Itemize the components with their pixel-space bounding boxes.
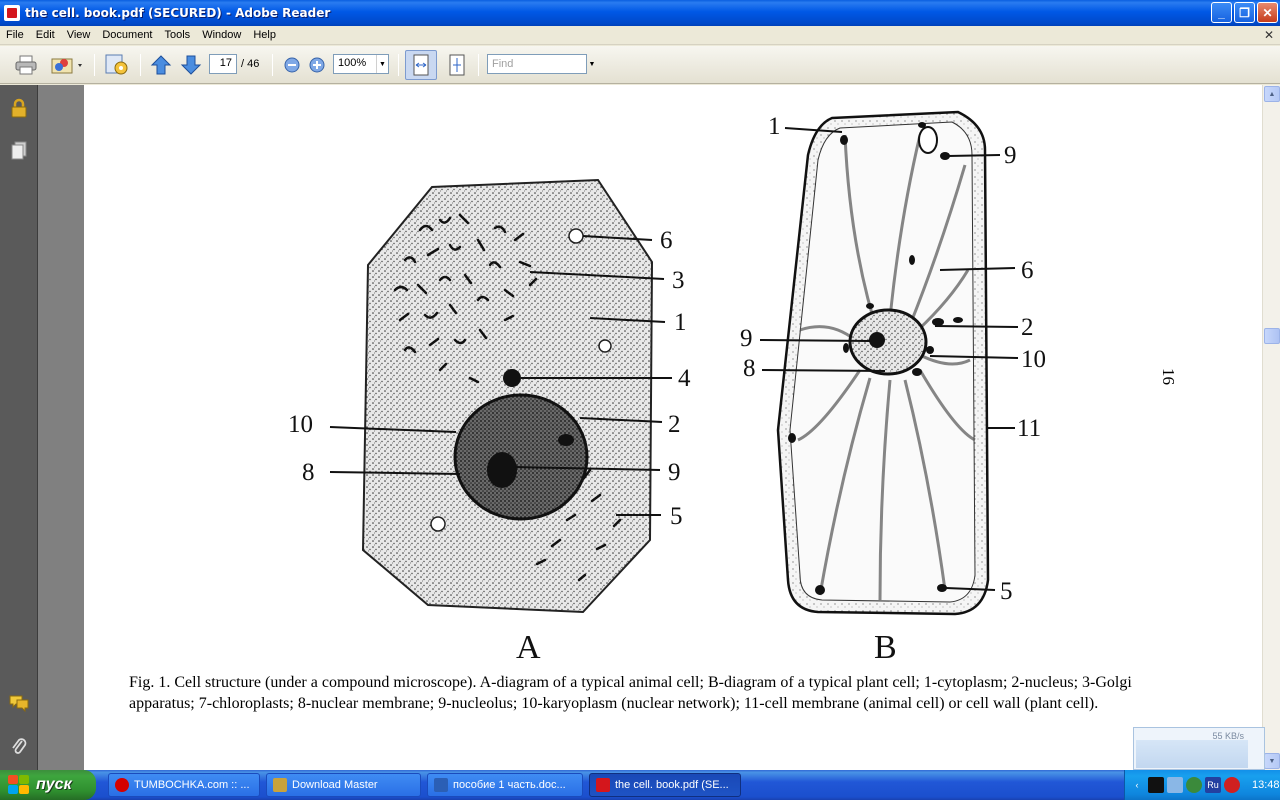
network-icon[interactable] bbox=[1186, 777, 1202, 793]
usb-icon[interactable] bbox=[1167, 777, 1183, 793]
shield-icon[interactable] bbox=[1224, 777, 1240, 793]
taskbar-item-download-master[interactable]: Download Master bbox=[266, 773, 421, 797]
language-indicator[interactable]: Ru bbox=[1205, 777, 1221, 793]
label-a-4: 4 bbox=[678, 365, 691, 392]
label-a-5: 5 bbox=[670, 503, 683, 530]
figure-a-letter: A bbox=[516, 629, 541, 666]
close-document-icon[interactable]: ✕ bbox=[1264, 28, 1274, 42]
label-a-8: 8 bbox=[302, 459, 315, 486]
taskbar-item-opera[interactable]: TUMBOCHKA.com :: ... bbox=[108, 773, 260, 797]
scroll-down-icon[interactable]: ▼ bbox=[1264, 753, 1280, 769]
taskbar-item-label: the cell. book.pdf (SE... bbox=[615, 779, 729, 791]
download-master-icon bbox=[273, 778, 287, 792]
caption-line-2: apparatus; 7-chloroplasts; 8-nuclear mem… bbox=[129, 695, 1099, 712]
clock: 13:48 bbox=[1252, 779, 1280, 791]
label-b-7: 9 bbox=[1004, 142, 1017, 169]
label-b-2: 2 bbox=[1021, 314, 1034, 341]
taskbar-item-label: TUMBOCHKA.com :: ... bbox=[134, 779, 250, 791]
cell-figure: 6 3 1 4 2 9 5 10 8 A 1 9 6 2 10 9 8 11 5… bbox=[288, 110, 1046, 666]
label-b-10: 10 bbox=[1021, 346, 1046, 373]
download-speed-widget[interactable]: 55 KB/s bbox=[1133, 727, 1265, 770]
taskbar-item-adobe-reader[interactable]: the cell. book.pdf (SE... bbox=[589, 773, 741, 797]
vertical-scrollbar[interactable]: ▲ ▼ bbox=[1262, 85, 1280, 770]
label-a-1: 1 bbox=[674, 309, 687, 336]
system-tray: ‹ Ru 13:48 bbox=[1124, 770, 1280, 800]
word-icon bbox=[434, 778, 448, 792]
label-a-3: 3 bbox=[672, 267, 685, 294]
label-b-1: 1 bbox=[768, 113, 781, 140]
animal-cell-diagram: 6 3 1 4 2 9 5 10 8 A bbox=[288, 178, 691, 666]
label-b-5: 5 bbox=[1000, 578, 1013, 605]
label-a-2: 2 bbox=[668, 411, 681, 438]
taskbar: пуск TUMBOCHKA.com :: ... Download Maste… bbox=[0, 770, 1280, 800]
chevron-left-icon[interactable]: ‹ bbox=[1129, 777, 1145, 793]
page-number-label: 16 bbox=[1159, 368, 1178, 385]
figure-caption: Fig. 1. Cell structure (under a compound… bbox=[129, 672, 1189, 714]
opera-icon bbox=[115, 778, 129, 792]
download-graph bbox=[1136, 740, 1248, 768]
antivirus-icon[interactable] bbox=[1148, 777, 1164, 793]
label-b-9: 9 bbox=[740, 325, 753, 352]
figure-b-letter: B bbox=[874, 629, 897, 666]
label-b-6: 6 bbox=[1021, 257, 1034, 284]
label-a-9: 9 bbox=[668, 459, 681, 486]
label-a-6: 6 bbox=[660, 227, 673, 254]
label-b-11: 11 bbox=[1017, 415, 1041, 442]
label-b-8: 8 bbox=[743, 355, 756, 382]
start-label: пуск bbox=[36, 776, 72, 793]
windows-flag-icon bbox=[8, 775, 30, 795]
label-a-10: 10 bbox=[288, 411, 313, 438]
plant-cell-diagram: 1 9 6 2 10 9 8 11 5 B bbox=[740, 110, 1046, 666]
taskbar-item-label: пособие 1 часть.doc... bbox=[453, 779, 566, 791]
caption-line-1: Fig. 1. Cell structure (under a compound… bbox=[129, 674, 1132, 691]
taskbar-item-label: Download Master bbox=[292, 779, 378, 791]
scroll-up-icon[interactable]: ▲ bbox=[1264, 86, 1280, 102]
taskbar-item-word[interactable]: пособие 1 часть.doc... bbox=[427, 773, 583, 797]
adobe-reader-icon bbox=[596, 778, 610, 792]
scroll-thumb[interactable] bbox=[1264, 328, 1280, 344]
start-button[interactable]: пуск bbox=[0, 770, 96, 800]
